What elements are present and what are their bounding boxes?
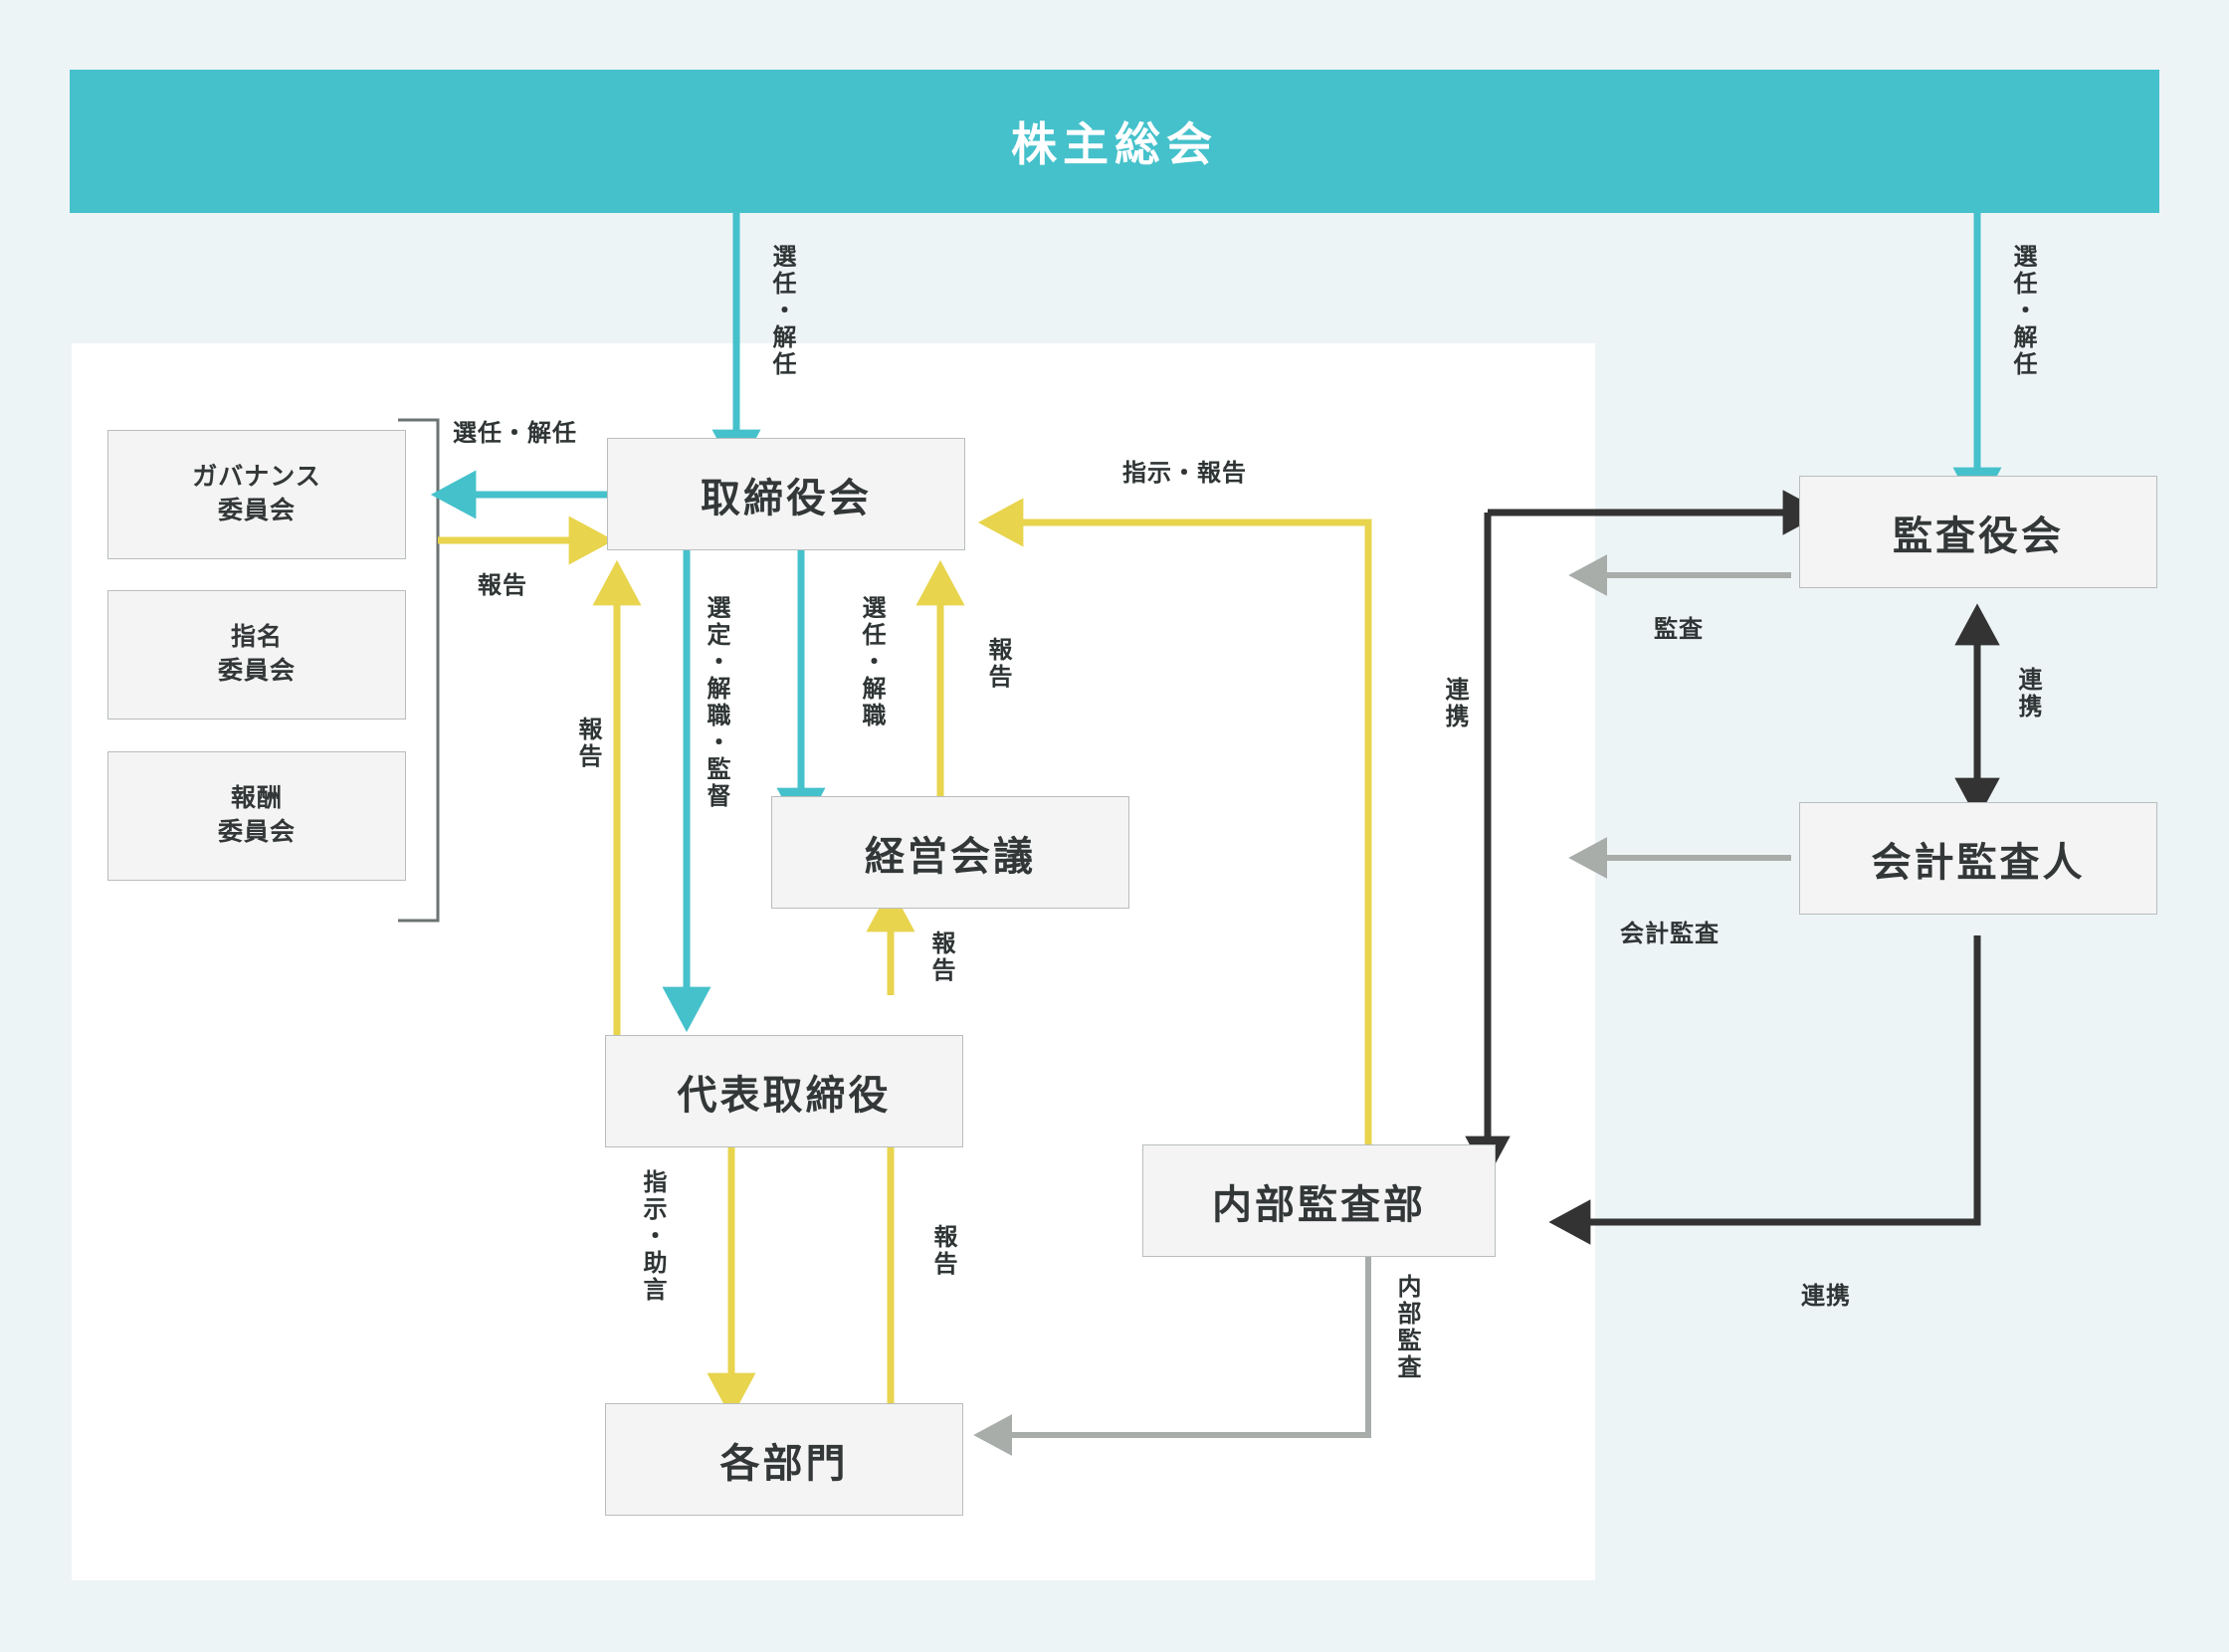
nomination-committee-line1: 指名 — [230, 623, 283, 652]
governance-committee-line1: ガバナンス — [192, 463, 321, 492]
nomination-committee-line2: 委員会 — [217, 657, 296, 685]
label-board-to-committees: 選任・解任 — [453, 420, 577, 447]
board-of-directors-label: 取締役会 — [701, 476, 872, 520]
label-repdir-to-depts: 指示・助言 — [639, 1169, 666, 1304]
compensation-committee-line1: 報酬 — [230, 784, 283, 813]
node-nomination-committee[interactable]: 指名 委員会 — [107, 590, 406, 720]
page-title: 株主総会 — [1011, 118, 1218, 170]
management-meeting-label: 経営会議 — [865, 834, 1036, 879]
label-internalaudit-cooperation: 連携 — [1441, 677, 1468, 730]
label-repdir-to-board-report: 報告 — [574, 717, 601, 770]
node-compensation-committee[interactable]: 報酬 委員会 — [107, 751, 406, 881]
node-governance-committee[interactable]: ガバナンス 委員会 — [107, 430, 406, 559]
compensation-committee-line2: 委員会 — [217, 818, 296, 846]
label-internalaudit-to-depts: 内部監査 — [1393, 1274, 1420, 1381]
label-auditboard-accounting-cooperation: 連携 — [2014, 667, 2041, 721]
label-auditboard-audit: 監査 — [1654, 616, 1704, 643]
edge-accounting-to-internalaudit — [1548, 935, 1981, 1245]
accounting-auditor-label: 会計監査人 — [1871, 840, 2086, 885]
node-accounting-auditor[interactable]: 会計監査人 — [1799, 802, 2157, 915]
label-mgmt-to-board-report: 報告 — [984, 637, 1011, 691]
governance-committee-line2: 委員会 — [217, 497, 296, 524]
node-board-of-directors[interactable]: 取締役会 — [607, 438, 965, 550]
label-shareholders-to-auditboard: 選任・解任 — [2009, 244, 2036, 378]
label-repdir-to-mgmt-report: 報告 — [927, 930, 954, 984]
label-depts-to-repdir-report: 報告 — [929, 1224, 956, 1278]
node-audit-board[interactable]: 監査役会 — [1799, 476, 2157, 588]
audit-board-label: 監査役会 — [1893, 514, 2064, 558]
label-accounting-audit: 会計監査 — [1620, 921, 1720, 947]
departments-label: 各部門 — [719, 1441, 849, 1486]
node-departments[interactable]: 各部門 — [605, 1403, 963, 1516]
node-representative-director[interactable]: 代表取締役 — [605, 1035, 963, 1147]
governance-diagram: 株主総会 ガバナンス 委員会 指名 委員会 報酬 委員会 取締役会 経営会議 代… — [0, 0, 2229, 1652]
representative-director-label: 代表取締役 — [677, 1073, 892, 1118]
label-board-to-mgmt: 選任・解職 — [858, 595, 885, 729]
label-board-to-repdir: 選定・解職・監督 — [703, 595, 729, 810]
shareholders-meeting-header: 株主総会 — [70, 70, 2159, 213]
label-accounting-internal-cooperation: 連携 — [1801, 1283, 1851, 1310]
node-management-meeting[interactable]: 経営会議 — [771, 796, 1129, 909]
label-internalaudit-to-board: 指示・報告 — [1122, 460, 1247, 487]
node-internal-audit[interactable]: 内部監査部 — [1142, 1144, 1496, 1257]
label-committees-to-board: 報告 — [478, 572, 527, 599]
label-shareholders-to-board: 選任・解任 — [768, 244, 795, 378]
internal-audit-label: 内部監査部 — [1212, 1182, 1426, 1227]
